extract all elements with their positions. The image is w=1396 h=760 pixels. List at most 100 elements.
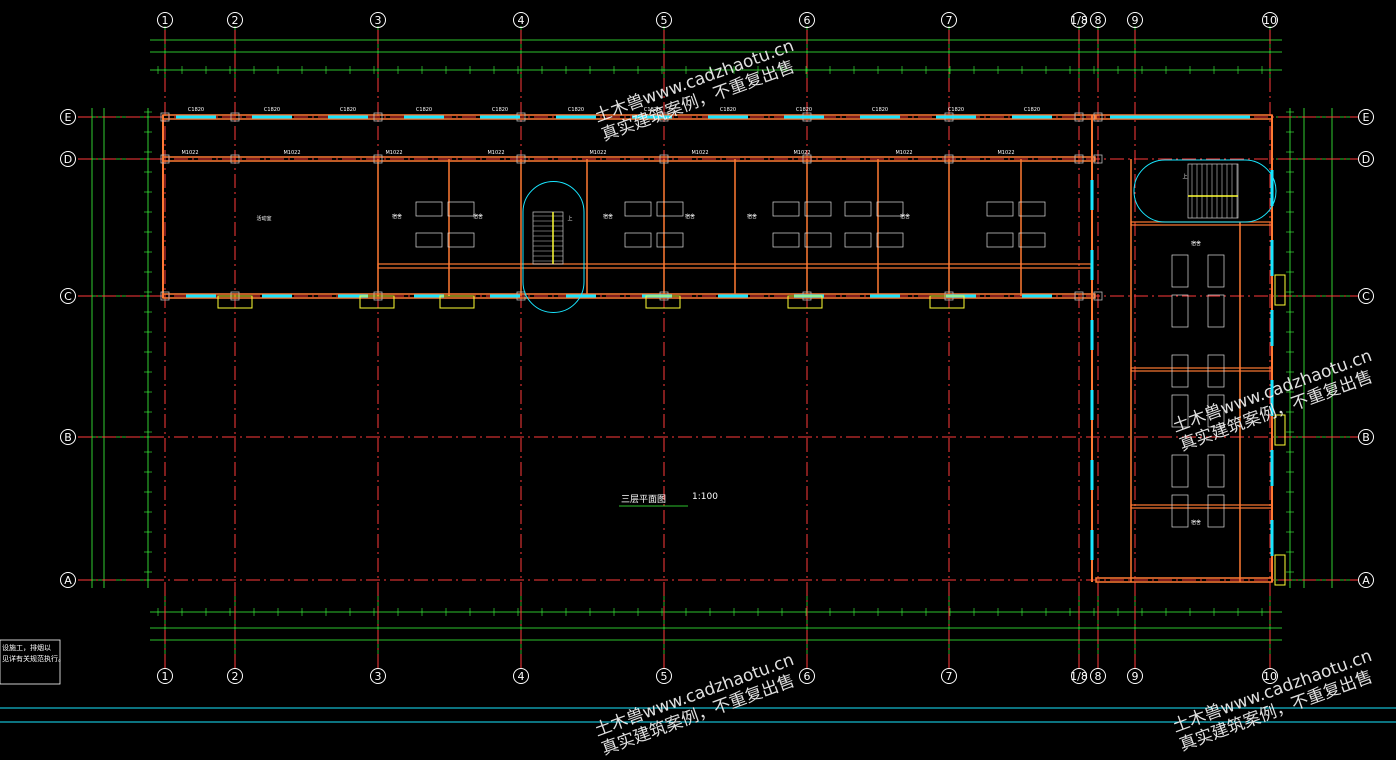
axis-bubble-label: 8 — [1095, 14, 1102, 27]
stair-direction: 上 — [1182, 173, 1187, 180]
window-code: C1820 — [872, 107, 888, 113]
bay-window — [1274, 274, 1286, 306]
window-code: C1820 — [644, 107, 660, 113]
door-code: M1022 — [487, 150, 504, 156]
door-code: M1022 — [385, 150, 402, 156]
axis-bubble-label: E — [65, 111, 72, 124]
room-details — [0, 159, 1396, 723]
bed — [447, 201, 475, 217]
axis-bubble-label: D — [64, 153, 72, 166]
bed — [986, 201, 1014, 217]
window-code: C1820 — [948, 107, 964, 113]
axis-bubble-label: 1/8 — [1070, 670, 1088, 683]
bed — [804, 201, 832, 217]
door-code: M1022 — [181, 150, 198, 156]
axis-bubble-label: 5 — [661, 670, 668, 683]
axis-bubble-label: E — [1363, 111, 1370, 124]
bed — [415, 232, 443, 248]
bed — [1171, 254, 1189, 288]
design-note: 设施工，排烟以 见详有关规范执行。 — [2, 643, 65, 665]
bed — [1171, 454, 1189, 488]
bed — [1207, 254, 1225, 288]
bed — [1207, 394, 1225, 428]
window-code: C1820 — [188, 107, 204, 113]
window-code: C1820 — [720, 107, 736, 113]
bed — [772, 232, 800, 248]
bed — [1018, 201, 1046, 217]
axis-bubble-label: 1 — [162, 670, 169, 683]
axis-bubble-label: 4 — [518, 670, 525, 683]
axis-bubble-label: 10 — [1263, 14, 1277, 27]
axis-bubble-label: 1/8 — [1070, 14, 1088, 27]
window-code: C1820 — [796, 107, 812, 113]
axis-bubble-label: B — [64, 431, 72, 444]
bed — [656, 201, 684, 217]
room-name: 宿舍 — [685, 213, 695, 220]
plan-title: 三层平面图 — [621, 495, 667, 505]
axis-grid — [78, 30, 1358, 672]
bed — [1171, 294, 1189, 328]
axis-bubble-label: 7 — [946, 670, 953, 683]
window-code: C1820 — [416, 107, 432, 113]
room-name: 宿舍 — [1191, 519, 1201, 526]
door-code: M1022 — [691, 150, 708, 156]
axis-bubble-label: 1 — [162, 14, 169, 27]
bed — [624, 232, 652, 248]
axis-bubbles: 1 1 2 2 3 3 4 4 5 5 6 6 7 7 1/8 1/8 8 8 9 9 10 10 E E D D C C B B A A — [60, 12, 1374, 684]
room-name: 宿舍 — [747, 213, 757, 220]
bed — [876, 232, 904, 248]
bed — [772, 201, 800, 217]
room-name: 宿舍 — [473, 213, 483, 220]
axis-bubble-label: 2 — [232, 670, 239, 683]
axis-bubble-label: C — [64, 290, 72, 303]
stair-flight — [1187, 163, 1239, 219]
walls — [160, 112, 1273, 583]
window-code: C1820 — [568, 107, 584, 113]
axis-bubble-label: 4 — [518, 14, 525, 27]
bed — [415, 201, 443, 217]
wall — [1130, 504, 1273, 509]
axis-bubble-label: 3 — [375, 14, 382, 27]
door-code: M1022 — [997, 150, 1014, 156]
bed — [656, 232, 684, 248]
door-code: M1022 — [283, 150, 300, 156]
bed — [844, 201, 872, 217]
axis-bubble-label: A — [1362, 574, 1370, 587]
floor-plan-drawing: 1 1 2 2 3 3 4 4 5 5 6 6 7 7 1/8 1/8 8 8 9 9 10 10 E E D D C C B B A A C… — [0, 12, 1396, 723]
room-name: 宿舍 — [900, 213, 910, 220]
room-name: 活动室 — [256, 215, 271, 222]
axis-bubble-label: 2 — [232, 14, 239, 27]
window-code: C1820 — [492, 107, 508, 113]
axis-bubble-label: B — [1362, 431, 1370, 444]
bed — [844, 232, 872, 248]
room-name: 宿舍 — [392, 213, 402, 220]
stair-direction: 上 — [567, 215, 572, 222]
axis-bubble-label: 7 — [946, 14, 953, 27]
axis-bubble-label: D — [1362, 153, 1370, 166]
bed — [1207, 494, 1225, 528]
door-code: M1022 — [895, 150, 912, 156]
axis-bubble-label: 6 — [804, 14, 811, 27]
bed — [804, 232, 832, 248]
note-line-1: 设施工，排烟以 — [2, 644, 51, 652]
bay-window — [1274, 414, 1286, 446]
bed — [1207, 454, 1225, 488]
annotations: C1820 C1820 C1820 C1820 C1820 C1820 C1820 C1820… — [181, 107, 1201, 526]
stair-enclosure — [1133, 159, 1277, 223]
axis-bubble-label: 9 — [1132, 14, 1139, 27]
window-code: C1820 — [340, 107, 356, 113]
window-code: C1820 — [1024, 107, 1040, 113]
bed — [447, 232, 475, 248]
window-code: C1820 — [264, 107, 280, 113]
axis-bubble-label: 9 — [1132, 670, 1139, 683]
plan-scale: 1:100 — [692, 492, 718, 502]
note-line-2: 见详有关规范执行。 — [2, 655, 65, 663]
door-code: M1022 — [793, 150, 810, 156]
windows — [176, 115, 1274, 560]
axis-bubble-label: 3 — [375, 670, 382, 683]
axis-bubble-label: C — [1362, 290, 1370, 303]
room-name: 宿舍 — [1191, 240, 1201, 247]
bed — [1171, 494, 1189, 528]
axis-bubble-label: A — [64, 574, 72, 587]
door-code: M1022 — [589, 150, 606, 156]
